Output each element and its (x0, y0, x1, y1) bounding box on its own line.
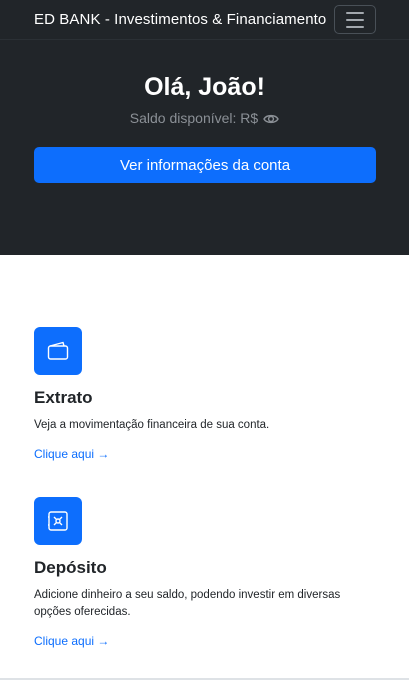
greeting-heading: Olá, João! (144, 73, 265, 101)
brand-link[interactable]: ED BANK - Investimentos & Financiamento (34, 11, 326, 28)
top-navbar: ED BANK - Investimentos & Financiamento (0, 0, 409, 40)
feature-link[interactable]: Clique aqui → (34, 634, 109, 648)
feature-title: Depósito (34, 558, 107, 577)
balance-line: Saldo disponível: R$ (0, 110, 409, 126)
balance-label: Saldo disponível: R$ (129, 110, 259, 126)
hamburger-icon (346, 25, 364, 28)
hero-section: Olá, João! Saldo disponível: R$ Ver info… (0, 40, 409, 255)
safe-icon (34, 497, 82, 545)
eye-icon[interactable] (263, 112, 280, 124)
hamburger-icon (346, 18, 364, 21)
feature-description: Adicione dinheiro a seu saldo, podendo i… (34, 589, 341, 618)
account-info-button[interactable]: Ver informações da conta (34, 147, 376, 183)
feature-description: Veja a movimentação financeira de sua co… (34, 419, 270, 431)
feature-link[interactable]: Clique aqui → (34, 447, 109, 461)
feature-deposito: Depósito Adicione dinheiro a seu saldo, … (34, 497, 376, 650)
feature-title: Extrato (34, 388, 93, 407)
menu-toggle-button[interactable] (334, 5, 376, 34)
wallet-icon (34, 327, 82, 375)
hamburger-icon (346, 11, 364, 14)
feature-extrato: Extrato Veja a movimentação financeira d… (34, 327, 376, 463)
